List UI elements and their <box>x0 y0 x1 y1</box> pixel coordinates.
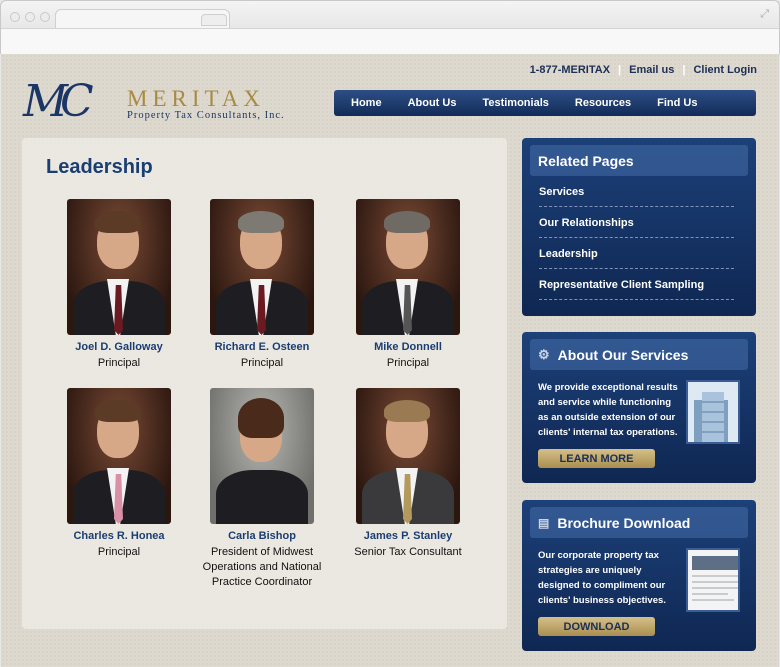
phone-number: 1-877-MERITAX <box>529 64 611 76</box>
person-title: Principal <box>240 357 284 369</box>
email-us-link[interactable]: Email us <box>629 64 674 76</box>
services-heading: About Our Services <box>557 346 689 363</box>
related-pages-heading: Related Pages <box>530 145 748 176</box>
person-card: Charles R. Honea Principal <box>54 388 184 560</box>
building-image <box>686 380 740 444</box>
person-photo <box>67 388 171 524</box>
utility-links: 1-877-MERITAX | Email us | Client Login <box>530 64 757 76</box>
minimize-window-dot[interactable] <box>25 12 35 22</box>
learn-more-button[interactable]: LEARN MORE <box>538 449 655 468</box>
logo-tagline: Property Tax Consultants, Inc. <box>127 110 285 121</box>
nav-about-us[interactable]: About Us <box>408 97 457 109</box>
person-title: Senior Tax Consultant <box>354 546 462 558</box>
client-login-link[interactable]: Client Login <box>693 64 757 76</box>
services-heading-bar: ⚙ About Our Services <box>530 339 748 370</box>
person-photo <box>210 199 314 335</box>
nav-find-us[interactable]: Find Us <box>657 97 697 109</box>
address-bar[interactable] <box>1 28 779 55</box>
person-name[interactable]: James P. Stanley <box>343 530 473 542</box>
nav-home[interactable]: Home <box>351 97 382 109</box>
services-description: We provide exceptional results and servi… <box>538 382 678 438</box>
brochure-heading: Brochure Download <box>557 514 691 531</box>
person-name[interactable]: Richard E. Osteen <box>197 341 327 353</box>
leadership-panel: Leadership Joel D. Galloway Principal Ri… <box>22 138 507 629</box>
page-title: Leadership <box>46 156 153 178</box>
person-card: Joel D. Galloway Principal <box>54 199 184 371</box>
person-card: Mike Donnell Principal <box>343 199 473 371</box>
logo-monogram: MC <box>23 76 94 127</box>
logo-name: MERITAX <box>127 86 265 111</box>
brochure-box: ▤ Brochure Download Our corporate proper… <box>522 500 756 651</box>
nav-testimonials[interactable]: Testimonials <box>482 97 548 109</box>
related-link-client-sampling[interactable]: Representative Client Sampling <box>539 269 734 300</box>
nav-resources[interactable]: Resources <box>575 97 631 109</box>
related-link-relationships[interactable]: Our Relationships <box>539 207 734 238</box>
document-icon: ▤ <box>538 515 550 530</box>
person-title: President of Midwest Operations and Nati… <box>202 546 322 588</box>
main-nav: Home About Us Testimonials Resources Fin… <box>334 90 756 116</box>
person-name[interactable]: Joel D. Galloway <box>54 341 184 353</box>
person-card: Richard E. Osteen Principal <box>197 199 327 371</box>
related-link-leadership[interactable]: Leadership <box>539 238 734 269</box>
meritax-logo[interactable]: MC MERITAX Property Tax Consultants, Inc… <box>23 76 313 128</box>
person-photo <box>210 388 314 524</box>
person-photo <box>356 388 460 524</box>
divider: | <box>618 64 622 76</box>
person-title: Principal <box>97 357 141 369</box>
gears-icon: ⚙ <box>538 346 550 362</box>
brochure-heading-bar: ▤ Brochure Download <box>530 507 748 538</box>
person-photo <box>356 199 460 335</box>
person-photo <box>67 199 171 335</box>
person-title: Principal <box>386 357 430 369</box>
brochure-description: Our corporate property tax strategies ar… <box>538 550 666 606</box>
person-card: James P. Stanley Senior Tax Consultant <box>343 388 473 560</box>
close-window-dot[interactable] <box>10 12 20 22</box>
related-link-services[interactable]: Services <box>539 176 734 207</box>
download-button[interactable]: DOWNLOAD <box>538 617 655 636</box>
person-title: Principal <box>97 546 141 558</box>
maximize-window-dot[interactable] <box>40 12 50 22</box>
person-name[interactable]: Charles R. Honea <box>54 530 184 542</box>
browser-chrome: ⤢ <box>0 0 780 55</box>
brochure-thumbnail[interactable] <box>686 548 740 612</box>
person-name[interactable]: Mike Donnell <box>343 341 473 353</box>
services-box: ⚙ About Our Services We provide exceptio… <box>522 332 756 483</box>
related-pages-box: Related Pages Services Our Relationships… <box>522 138 756 316</box>
new-tab-button[interactable] <box>201 14 227 26</box>
person-name[interactable]: Carla Bishop <box>197 530 327 542</box>
page: 1-877-MERITAX | Email us | Client Login … <box>1 54 779 667</box>
person-card: Carla Bishop President of Midwest Operat… <box>197 388 327 590</box>
fullscreen-icon[interactable]: ⤢ <box>760 7 769 21</box>
divider: | <box>682 64 686 76</box>
